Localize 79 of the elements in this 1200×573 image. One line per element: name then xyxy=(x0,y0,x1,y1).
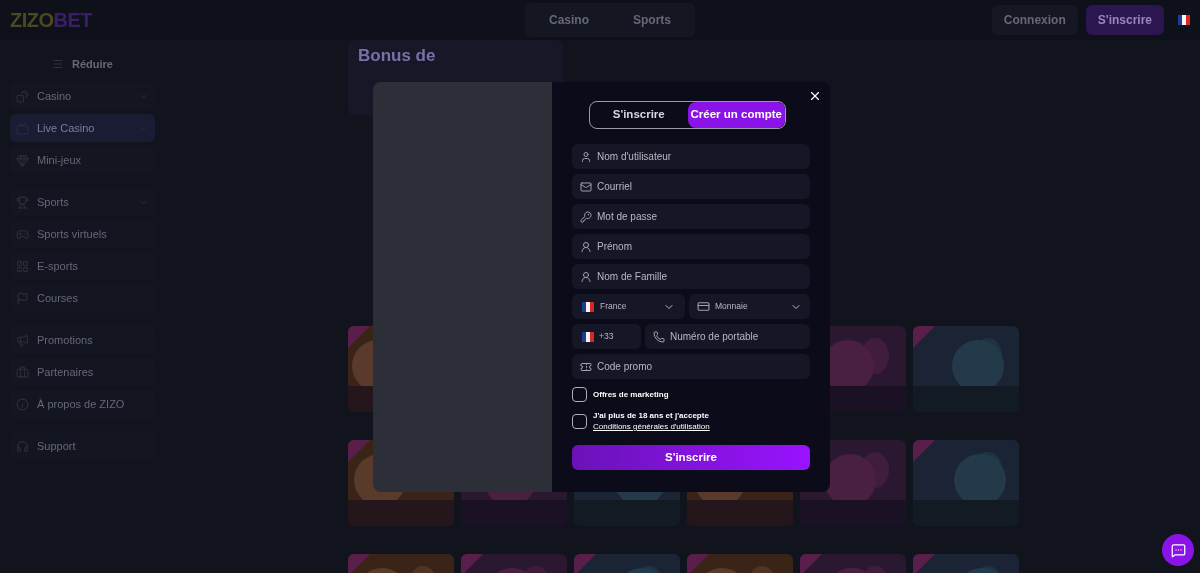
tab[interactable]: Créer un compte xyxy=(687,102,785,128)
nav-tab[interactable]: Casino xyxy=(529,7,609,33)
currency-select[interactable]: Monnaie xyxy=(689,294,810,319)
field-icon xyxy=(580,180,592,193)
text-input[interactable]: Nom de Famille xyxy=(597,269,802,284)
sidebar-label: Casino xyxy=(37,88,73,104)
menu-item-icon xyxy=(16,397,29,411)
field-icon xyxy=(580,210,592,223)
hero-title: Bonus de xyxy=(358,46,436,65)
sidebar-label: À propos de ZIZO xyxy=(37,396,126,412)
flag-icon xyxy=(1178,15,1190,25)
country-select[interactable]: France xyxy=(572,294,685,319)
text-input[interactable]: Numéro de portable xyxy=(670,329,802,344)
sidebar-label: Sports xyxy=(37,194,70,210)
sidebar-label: Courses xyxy=(37,290,79,306)
sidebar-item[interactable]: Sports xyxy=(10,188,155,216)
sidebar-label: Live Casino xyxy=(37,120,96,136)
sidebar-item[interactable]: E-sports xyxy=(10,252,155,280)
sidebar-label: Support xyxy=(37,438,77,454)
flag-icon xyxy=(582,331,594,342)
menu-item-icon xyxy=(16,195,29,209)
sidebar-item[interactable]: Promotions xyxy=(10,326,155,354)
phone-icon xyxy=(653,330,665,343)
input-field[interactable]: Prénom xyxy=(572,234,810,259)
sidebar-item[interactable]: Partenaires xyxy=(10,358,155,386)
sidebar-item[interactable]: Casino xyxy=(10,82,155,110)
login-button[interactable]: Connexion xyxy=(991,5,1078,35)
menu-item-icon xyxy=(16,227,29,241)
sidebar-label: E-sports xyxy=(37,258,79,274)
text-input[interactable]: Prénom xyxy=(597,239,802,254)
sidebar-item[interactable]: Mini-jeux xyxy=(10,146,155,174)
sidebar-label: Mini-jeux xyxy=(37,152,82,168)
checkbox-label: J'ai plus de 18 ans et j'accepte xyxy=(593,410,710,421)
text-input[interactable]: Nom d'utilisateur xyxy=(597,149,802,164)
sidebar-label: Partenaires xyxy=(37,364,95,380)
field-icon xyxy=(580,270,592,283)
menu-item-icon xyxy=(16,439,29,453)
sidebar-item[interactable]: À propos de ZIZO xyxy=(10,390,155,418)
chat-button[interactable] xyxy=(1162,534,1194,566)
sidebar-item[interactable]: Sports virtuels xyxy=(10,220,155,248)
checkbox-label: Offres de marketing xyxy=(593,389,669,400)
text-input[interactable]: Courriel xyxy=(597,179,802,194)
signup-button[interactable]: S'inscrire xyxy=(1085,5,1164,35)
text-input[interactable]: Code promo xyxy=(597,359,802,374)
input-field[interactable]: Nom de Famille xyxy=(572,264,810,289)
flag-icon xyxy=(582,301,594,312)
checkbox[interactable] xyxy=(572,387,587,402)
menu-icon xyxy=(52,58,64,70)
ticket-icon xyxy=(580,360,592,373)
field-icon xyxy=(580,240,592,253)
menu-item-icon xyxy=(16,89,29,103)
menu-item-icon xyxy=(16,333,29,347)
sidebar-label: Promotions xyxy=(37,332,94,348)
input-field[interactable]: Courriel xyxy=(572,174,810,199)
input-field[interactable]: Mot de passe xyxy=(572,204,810,229)
menu-item-icon xyxy=(16,153,29,167)
logo: ZIZOBET xyxy=(10,8,94,33)
chat-icon xyxy=(1170,542,1186,558)
promo-field[interactable]: Code promo xyxy=(572,354,810,379)
submit-button[interactable]: S'inscrire xyxy=(572,445,810,470)
tab[interactable]: S'inscrire xyxy=(590,102,688,128)
phone-code-select[interactable]: +33 xyxy=(572,324,641,349)
nav-tab[interactable]: Sports xyxy=(613,7,692,33)
checkbox[interactable] xyxy=(572,413,587,429)
collapse-link[interactable]: Réduire xyxy=(72,55,113,73)
phone-field[interactable]: Numéro de portable xyxy=(645,324,810,349)
card-icon xyxy=(697,300,710,313)
menu-item-icon xyxy=(16,291,29,305)
field-icon xyxy=(580,150,592,163)
close-button[interactable] xyxy=(808,89,822,103)
sidebar-label: Sports virtuels xyxy=(37,226,108,242)
terms-link[interactable]: Conditions générales d'utilisation xyxy=(593,421,710,432)
sidebar-item[interactable]: Live Casino xyxy=(10,114,155,142)
input-field[interactable]: Nom d'utilisateur xyxy=(572,144,810,169)
menu-item-icon xyxy=(16,365,29,379)
menu-item-icon xyxy=(16,259,29,273)
sidebar-item[interactable]: Courses xyxy=(10,284,155,312)
sidebar-item[interactable]: Support xyxy=(10,432,155,460)
text-input[interactable]: Mot de passe xyxy=(597,209,802,224)
